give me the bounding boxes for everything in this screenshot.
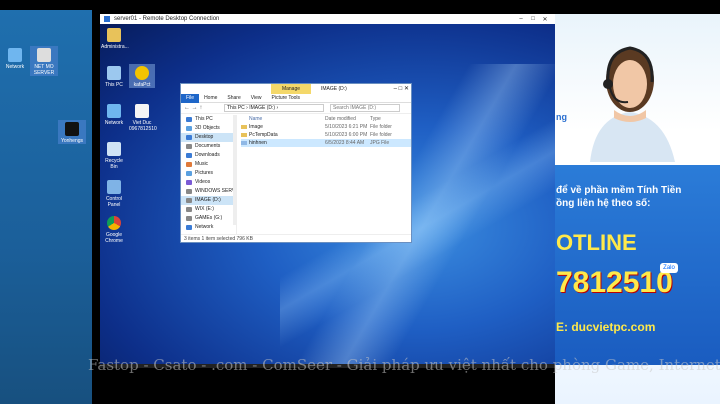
close-button[interactable]: ✕ (539, 16, 551, 23)
file-row[interactable]: Image 5/10/2023 6:21 PM File folder (241, 123, 411, 131)
file-explorer-window: Manage IMAGE (D:) – □ ✕ File Home Share … (180, 83, 412, 243)
folder-icon (186, 180, 192, 185)
nav-item[interactable]: 3D Objects (181, 124, 236, 133)
advert-blue-text: ng (556, 112, 567, 122)
nav-item[interactable]: IMAGE (D:) (181, 196, 236, 205)
status-bar: 3 items 1 item selected 796 KB (181, 234, 411, 242)
navigation-pane: This PC 3D Objects Desktop Documents Dow… (181, 115, 237, 235)
tab-view[interactable]: View (246, 95, 267, 101)
advert-hotline: OTLINE (556, 230, 637, 255)
maximize-button[interactable]: □ (527, 16, 539, 22)
nav-item[interactable]: Desktop (181, 133, 236, 142)
app-icon (65, 122, 79, 136)
minimize-button[interactable]: – (515, 16, 527, 22)
advert-line2: ồng liên hệ theo số: (556, 198, 651, 209)
folder-icon (186, 162, 192, 167)
desktop-icon-chrome[interactable]: Google Chrome (101, 216, 127, 244)
control-panel-icon (107, 180, 121, 194)
drive-icon (186, 207, 192, 212)
address-bar[interactable]: This PC › IMAGE (D:) › (224, 104, 324, 112)
nav-item[interactable]: Documents (181, 142, 236, 151)
file-row[interactable]: hinhnen 6/5/2023 8:44 AM JPG File (241, 139, 411, 147)
tab-share[interactable]: Share (222, 95, 245, 101)
rdp-titlebar[interactable]: server01 - Remote Desktop Connection – □… (100, 14, 555, 24)
nav-item[interactable]: This PC (181, 115, 236, 124)
drive-icon (186, 189, 192, 194)
search-input[interactable]: Search IMAGE (D:) (330, 104, 400, 112)
nav-item[interactable]: Downloads (181, 151, 236, 160)
advert-line1: để về phần mềm Tính Tiền (556, 185, 682, 196)
folder-icon (186, 135, 192, 140)
network-icon (8, 48, 22, 62)
network-icon (107, 104, 121, 118)
advert-text: để về phần mềm Tính Tiền ồng liên hệ the… (556, 184, 720, 210)
host-icon-network[interactable]: Network (2, 48, 28, 70)
app-icon (135, 66, 149, 80)
column-date[interactable]: Date modified (325, 115, 370, 123)
watermark-text: Fastop - Csato - .com - ComSeer - Giải p… (88, 356, 720, 374)
host-icon-app[interactable]: Yonhengs (58, 120, 86, 144)
drive-icon (186, 216, 192, 221)
folder-icon (186, 171, 192, 176)
ribbon-tabs: File Home Share View Picture Tools (181, 93, 411, 103)
nav-item[interactable]: Pictures (181, 169, 236, 178)
nav-arrows-icon[interactable]: ← → ↑ (184, 105, 224, 111)
window-controls-icon[interactable]: – □ ✕ (394, 85, 409, 92)
manage-tab[interactable]: Manage (271, 84, 311, 94)
tab-picture-tools[interactable]: Picture Tools (267, 95, 306, 101)
desktop-icon-this-pc[interactable]: This PC (101, 66, 127, 88)
desktop-icon-recycle-bin[interactable]: Recycle Bin (101, 142, 127, 170)
explorer-titlebar[interactable]: Manage IMAGE (D:) – □ ✕ (181, 84, 411, 94)
desktop-icon-kafapct[interactable]: kafaPct (129, 64, 155, 88)
nav-item[interactable]: WINDOWS SERV (181, 187, 236, 196)
nav-scrollbar[interactable] (233, 115, 237, 225)
file-row[interactable]: PcTempData 5/10/2023 6:00 PM File folder (241, 131, 411, 139)
column-name[interactable]: Name (241, 115, 325, 123)
computer-icon (37, 48, 51, 62)
explorer-title: IMAGE (D:) (321, 86, 347, 92)
desktop-icon-vietduc[interactable]: Viet Duc 0967812510 (129, 104, 157, 132)
rdp-title: server01 - Remote Desktop Connection (114, 16, 220, 22)
image-file-icon (241, 141, 247, 145)
folder-icon (186, 126, 192, 131)
zalo-icon: Zalo (660, 263, 678, 273)
this-pc-icon (107, 66, 121, 80)
desktop-icon-control-panel[interactable]: Control Panel (101, 180, 127, 208)
folder-icon (186, 117, 192, 122)
chrome-icon (107, 216, 121, 230)
nav-item[interactable]: GAMEs (G:) (181, 214, 236, 223)
column-type[interactable]: Type (370, 115, 410, 123)
drive-icon (186, 198, 192, 203)
file-list: Name Date modified Type Image 5/10/2023 … (241, 115, 411, 147)
tab-file[interactable]: File (181, 93, 200, 103)
nav-item[interactable]: Videos (181, 178, 236, 187)
nav-item[interactable]: Music (181, 160, 236, 169)
folder-icon (186, 144, 192, 149)
user-folder-icon (107, 28, 121, 42)
network-icon (186, 225, 192, 230)
advert-website: E: ducvietpc.com (556, 320, 656, 334)
nav-item[interactable]: Network (181, 223, 236, 232)
advert-phone: 7812510 (556, 266, 673, 299)
folder-icon (241, 125, 247, 129)
folder-icon (241, 133, 247, 137)
address-bar-row: ← → ↑ This PC › IMAGE (D:) › Search IMAG… (181, 103, 411, 114)
support-agent-image (590, 46, 675, 162)
nav-item[interactable]: WIX (E:) (181, 205, 236, 214)
folder-icon (186, 153, 192, 158)
rdp-app-icon (104, 16, 110, 22)
text-file-icon (135, 104, 149, 118)
desktop-icon-admin[interactable]: Administra... (101, 28, 129, 50)
file-list-header: Name Date modified Type (241, 115, 411, 123)
recycle-bin-icon (107, 142, 121, 156)
desktop-icon-network[interactable]: Network (101, 104, 127, 126)
tab-home[interactable]: Home (199, 95, 222, 101)
host-icon-net-server[interactable]: NET MO SERVER (30, 46, 58, 76)
